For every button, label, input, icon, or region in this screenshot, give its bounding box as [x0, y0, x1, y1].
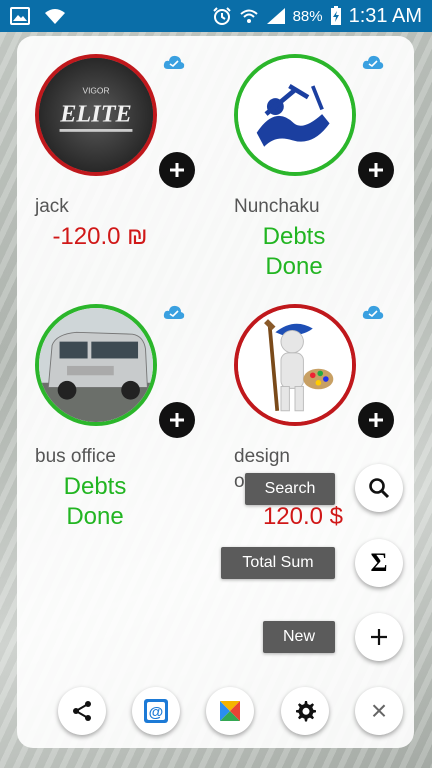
settings-button[interactable]	[281, 687, 329, 735]
plus-icon	[369, 163, 383, 177]
clock: 1:31 AM	[348, 4, 422, 27]
avatar-jack-logo: ELITE	[59, 101, 132, 128]
svg-text:@: @	[149, 704, 164, 721]
share-icon	[73, 701, 91, 721]
gallery-notification-icon	[10, 7, 30, 25]
gear-icon	[296, 701, 316, 722]
contact-card-jack[interactable]: VIGOR ELITE jack -120.0 ₪	[35, 54, 215, 304]
plus-icon	[369, 413, 383, 427]
contact-card-bus-office[interactable]: bus office Debts Done	[35, 304, 215, 554]
contact-card-design-office[interactable]: design office 120.0 $	[234, 304, 414, 554]
add-transaction-button[interactable]	[159, 152, 195, 188]
debts-done-line1: Debts	[63, 473, 127, 500]
debts-done-line1: Debts	[262, 223, 326, 250]
cloud-sync-icon	[163, 54, 185, 70]
close-icon: ×	[370, 695, 388, 726]
wifi-signal-icon	[239, 7, 259, 25]
email-at-icon: @	[144, 699, 168, 723]
cloud-sync-icon	[163, 304, 185, 320]
search-label[interactable]: Search	[245, 473, 335, 505]
contact-name: Nunchaku	[234, 196, 320, 217]
avatar-jack[interactable]: VIGOR ELITE	[35, 54, 157, 176]
play-store-button[interactable]	[206, 687, 254, 735]
plus-icon	[170, 163, 184, 177]
search-icon	[369, 478, 390, 499]
new-contact-button[interactable]	[355, 613, 403, 661]
avatar-design-office[interactable]	[234, 304, 356, 426]
total-sum-button[interactable]: Σ	[355, 539, 403, 587]
debts-done-line2: Done	[66, 503, 124, 530]
add-transaction-button[interactable]	[159, 402, 195, 438]
cloud-sync-icon	[362, 54, 384, 70]
contact-card-nunchaku[interactable]: Nunchaku Debts Done	[234, 54, 414, 304]
new-label[interactable]: New	[263, 621, 335, 653]
plus-icon	[371, 629, 387, 645]
balance-amount: 120.0 $	[262, 503, 344, 530]
close-menu-button[interactable]: ×	[355, 687, 403, 735]
contacts-panel: VIGOR ELITE jack -120.0 ₪ Nunchaku Debts…	[17, 36, 414, 748]
add-transaction-button[interactable]	[358, 152, 394, 188]
avatar-bus-office[interactable]	[35, 304, 157, 426]
contact-name: jack	[35, 196, 69, 217]
balance-amount: -120.0 ₪	[52, 223, 148, 250]
battery-charging-icon	[330, 6, 342, 26]
cell-signal-icon	[266, 7, 286, 25]
debts-done-status: Debts Done	[234, 222, 354, 282]
email-button[interactable]: @	[132, 687, 180, 735]
play-store-icon	[220, 701, 240, 721]
total-sum-label[interactable]: Total Sum	[221, 547, 335, 579]
sigma-icon: Σ	[370, 548, 388, 577]
avatar-jack-logo-top: VIGOR	[82, 86, 109, 96]
debts-done-status: Debts Done	[35, 472, 155, 532]
avatar-nunchaku[interactable]	[234, 54, 356, 176]
wifi-notification-icon	[44, 7, 66, 25]
search-button[interactable]	[355, 464, 403, 512]
contact-name: bus office	[35, 446, 116, 467]
add-transaction-button[interactable]	[358, 402, 394, 438]
alarm-icon	[212, 6, 232, 26]
status-bar: 88% 1:31 AM	[0, 0, 432, 32]
cloud-sync-icon	[362, 304, 384, 320]
battery-percent: 88%	[292, 7, 323, 25]
debts-done-line2: Done	[265, 253, 323, 280]
share-button[interactable]	[58, 687, 106, 735]
plus-icon	[170, 413, 184, 427]
